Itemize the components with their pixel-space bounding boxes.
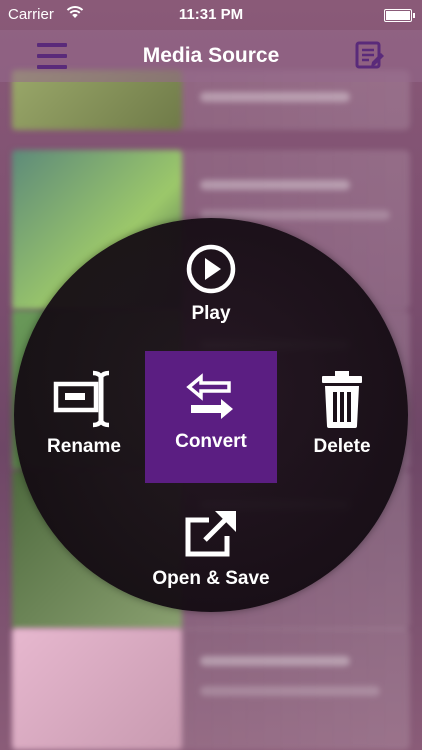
external-open-icon: [185, 511, 236, 557]
edit-list-icon[interactable]: [355, 41, 385, 71]
play-button[interactable]: Play: [161, 243, 261, 333]
delete-button[interactable]: Delete: [292, 368, 392, 468]
rename-label: Rename: [47, 436, 121, 457]
convert-icon: [186, 373, 233, 419]
play-icon: [186, 244, 236, 294]
media-list-item[interactable]: [12, 628, 410, 750]
delete-label: Delete: [313, 436, 371, 457]
status-bar: Carrier 11:31 PM: [0, 0, 422, 30]
navigation-bar: Media Source: [0, 30, 422, 82]
convert-label: Convert: [175, 431, 247, 452]
battery-icon: [384, 9, 415, 22]
open-save-button[interactable]: Open & Save: [136, 508, 286, 598]
play-label: Play: [191, 303, 231, 324]
clock: 11:31 PM: [178, 6, 244, 23]
rename-icon: [53, 370, 110, 428]
convert-button[interactable]: Convert: [145, 351, 277, 483]
rename-button[interactable]: Rename: [34, 368, 134, 468]
context-menu-wheel: Play Rename Convert Delete Open & Save: [14, 218, 408, 612]
open-save-label: Open & Save: [152, 568, 270, 589]
trash-icon: [322, 371, 362, 428]
